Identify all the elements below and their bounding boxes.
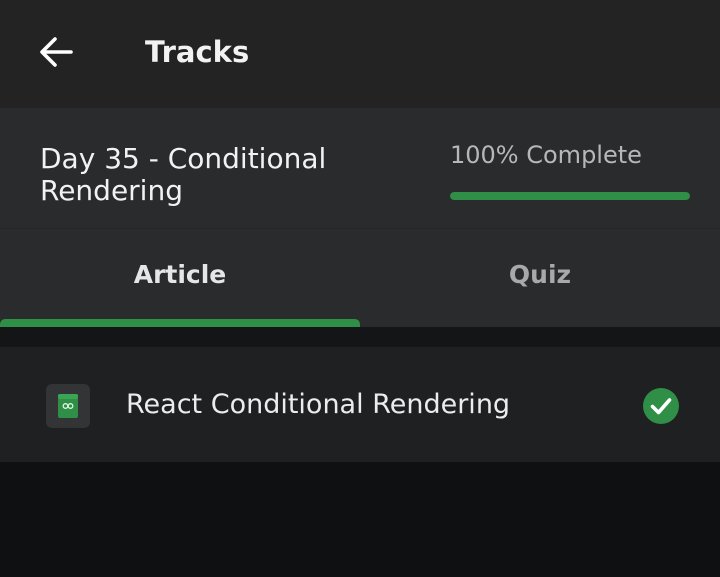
active-tab-indicator: [0, 319, 360, 327]
lesson-header: Day 35 - Conditional Rendering 100% Comp…: [0, 108, 720, 229]
tab-article-label: Article: [133, 259, 227, 289]
page-title: Tracks: [145, 35, 250, 69]
progress-bar-fill: [450, 192, 690, 200]
list-item-label: React Conditional Rendering: [126, 389, 511, 420]
tab-quiz-label: Quiz: [508, 259, 572, 289]
top-app-bar: Tracks: [0, 0, 720, 108]
lesson-title: Day 35 - Conditional Rendering: [40, 142, 327, 207]
tab-quiz[interactable]: Quiz: [360, 229, 720, 327]
progress-label: 100% Complete: [450, 141, 642, 169]
back-button[interactable]: [32, 30, 80, 74]
app-screen: Tracks Day 35 - Conditional Rendering 10…: [0, 0, 720, 577]
article-book-icon: [46, 384, 90, 428]
check-circle-icon: [643, 388, 679, 424]
section-divider: [0, 327, 720, 347]
tab-article[interactable]: Article: [0, 229, 360, 327]
progress-bar: [450, 192, 690, 200]
arrow-left-icon: [40, 37, 73, 67]
list-item[interactable]: React Conditional Rendering: [0, 347, 720, 462]
tab-bar: Article Quiz: [0, 229, 720, 327]
